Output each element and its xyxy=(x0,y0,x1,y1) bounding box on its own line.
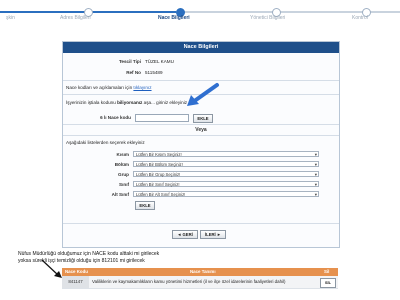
divider xyxy=(63,135,339,136)
progress-steps: şkin Adres Bilgileri Nace Bilgileri Yöne… xyxy=(0,0,400,24)
divider xyxy=(63,223,339,224)
list-instruction: Aşağıdaki listelerden seçerek ekleyiniz xyxy=(66,140,145,145)
row-code: 841147 xyxy=(62,276,89,288)
step-label-4: Yönetici Bilgileri xyxy=(250,15,286,21)
bolum-label: Bölüm xyxy=(114,162,129,167)
bolum-select[interactable]: Lütfen Bir Bölüm Seçiniz! ▾ xyxy=(133,161,319,167)
sinif-select-value: Lütfen Bir Sınıf Seçiniz! xyxy=(136,182,180,187)
col-header-delete: Sil xyxy=(324,269,330,274)
veya-label: Veya xyxy=(195,127,207,133)
tescil-value: TÜZEL KAMU xyxy=(145,59,174,64)
info-link[interactable]: tıklayınız xyxy=(133,85,151,90)
search-prefix: İşyerinizin iştiala kodunu xyxy=(66,100,116,105)
search-suffix: aşa... giriniz ekleyiniz xyxy=(143,100,188,105)
kisim-select-value: Lütfen Bir Kısım Seçiniz! xyxy=(136,152,182,157)
ekle-button[interactable]: EKLE xyxy=(193,114,213,123)
grup-label: Grup xyxy=(118,172,129,177)
alt-sinif-select-value: Lütfen Bir Alt Sınıf Seçiniz! xyxy=(136,192,186,197)
nace-code-label: 6 lı Nace kodu xyxy=(100,115,131,120)
nace-table: Nace Kodu Nace Tanımı Sil 841147 Valilik… xyxy=(62,268,338,289)
table-row: 841147 Valiliklerin ve kaymakamlıkların … xyxy=(62,276,338,289)
sinif-label: Sınıf xyxy=(119,182,129,187)
info-text: Nace kodları ve açıklamaları için xyxy=(66,85,133,90)
step-label-1: şkin xyxy=(6,15,15,21)
sinif-select[interactable]: Lütfen Bir Sınıf Seçiniz! ▾ xyxy=(133,181,319,187)
back-button[interactable]: ◄ GERİ xyxy=(172,230,198,239)
note-line-1: Nüfus Müdürlüğü olduğumuz için NACE kodu… xyxy=(18,251,160,257)
panel-title: Nace Bilgileri xyxy=(63,42,339,53)
alt-sinif-label: Alt Sınıf xyxy=(111,192,129,197)
divider xyxy=(63,80,339,81)
delete-button[interactable]: SİL xyxy=(320,278,336,288)
ref-label: Ref No xyxy=(126,70,141,75)
note-arrow-icon xyxy=(41,259,62,278)
chevron-down-icon: ▾ xyxy=(314,172,317,177)
chevron-down-icon: ▾ xyxy=(314,162,317,167)
row-desc: Valiliklerin ve kaymakamlıkların kamu yö… xyxy=(92,279,286,284)
chevron-down-icon: ▾ xyxy=(314,152,317,157)
nace-panel: Nace Bilgileri Tescil Tipi TÜZEL KAMU Re… xyxy=(62,41,340,248)
nace-code-input[interactable] xyxy=(135,114,189,122)
info-text-row: Nace kodları ve açıklamaları için tıklay… xyxy=(66,85,152,90)
chevron-down-icon: ▾ xyxy=(314,182,317,187)
col-header-desc: Nace Tanımı xyxy=(190,269,216,274)
next-button[interactable]: İLERİ ► xyxy=(200,230,226,239)
kisim-select[interactable]: Lütfen Bir Kısım Seçiniz! ▾ xyxy=(133,151,319,157)
ref-value: 5115489 xyxy=(145,70,163,75)
grup-select[interactable]: Lütfen Bir Grup Seçiniz! ▾ xyxy=(133,171,319,177)
search-bold: biliyorsanız xyxy=(117,100,143,105)
step-label-2: Adres Bilgileri xyxy=(60,15,91,21)
divider xyxy=(63,124,339,125)
step-label-5: Kontrol xyxy=(352,15,368,21)
annotation-arrow-icon xyxy=(187,83,219,106)
kisim-label: Kısım xyxy=(116,152,129,157)
col-header-code: Nace Kodu xyxy=(65,269,88,274)
chevron-down-icon: ▾ xyxy=(314,192,317,197)
table-header: Nace Kodu Nace Tanımı Sil xyxy=(62,268,338,276)
ekle-select-button[interactable]: EKLE xyxy=(135,201,155,210)
search-instruction: İşyerinizin iştiala kodunu biliyorsanız … xyxy=(66,100,187,105)
alt-sinif-select[interactable]: Lütfen Bir Alt Sınıf Seçiniz! ▾ xyxy=(133,191,319,197)
step-label-3: Nace Bilgileri xyxy=(158,15,190,21)
tescil-label: Tescil Tipi xyxy=(118,59,141,64)
grup-select-value: Lütfen Bir Grup Seçiniz! xyxy=(136,172,181,177)
bolum-select-value: Lütfen Bir Bölüm Seçiniz! xyxy=(136,162,183,167)
